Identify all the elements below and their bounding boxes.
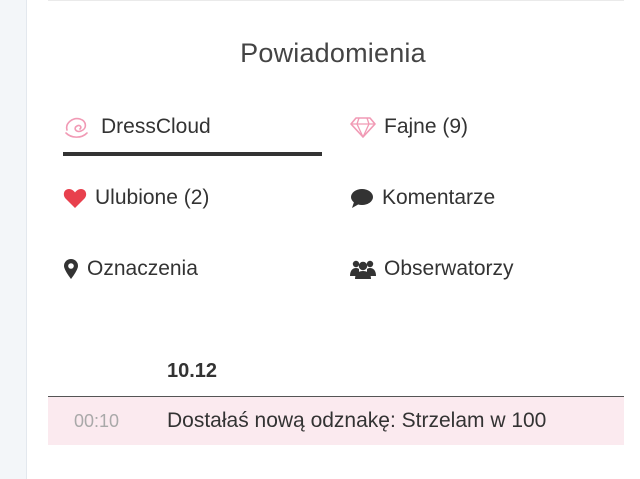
comment-icon bbox=[350, 187, 374, 209]
notification-date-header: 10.12 bbox=[167, 360, 218, 382]
tab-label: DressCloud bbox=[101, 115, 211, 138]
tab-oznaczenia[interactable]: Oznaczenia bbox=[63, 252, 198, 286]
tab-komentarze[interactable]: Komentarze bbox=[350, 181, 495, 215]
users-icon bbox=[350, 258, 376, 280]
tab-fajne[interactable]: Fajne (9) bbox=[350, 110, 468, 144]
page-title: Powiadomienia bbox=[240, 38, 426, 68]
left-sidebar-strip bbox=[0, 0, 26, 479]
tab-label: Fajne (9) bbox=[384, 115, 469, 138]
tab-label: Oznaczenia bbox=[87, 257, 198, 280]
tab-obserwatorzy[interactable]: Obserwatorzy bbox=[350, 252, 514, 286]
tab-label: Ulubione (2) bbox=[95, 186, 210, 209]
tab-dresscloud[interactable]: DressCloud bbox=[63, 110, 322, 144]
tab-label: Komentarze bbox=[382, 186, 496, 209]
diamond-icon bbox=[350, 116, 376, 138]
map-marker-icon bbox=[63, 258, 79, 280]
top-divider bbox=[48, 0, 624, 1]
dresscloud-logo-icon bbox=[63, 113, 91, 141]
notification-time: 00:10 bbox=[74, 410, 120, 431]
tab-label: Obserwatorzy bbox=[384, 257, 514, 280]
notification-message: Dostałaś nową odznakę: Strzelam w 100 bbox=[167, 409, 547, 432]
heart-icon bbox=[63, 187, 87, 209]
notification-item[interactable]: 00:10 Dostałaś nową odznakę: Strzelam w … bbox=[48, 397, 624, 445]
active-tab-indicator bbox=[63, 152, 322, 156]
tab-ulubione[interactable]: Ulubione (2) bbox=[63, 181, 209, 215]
